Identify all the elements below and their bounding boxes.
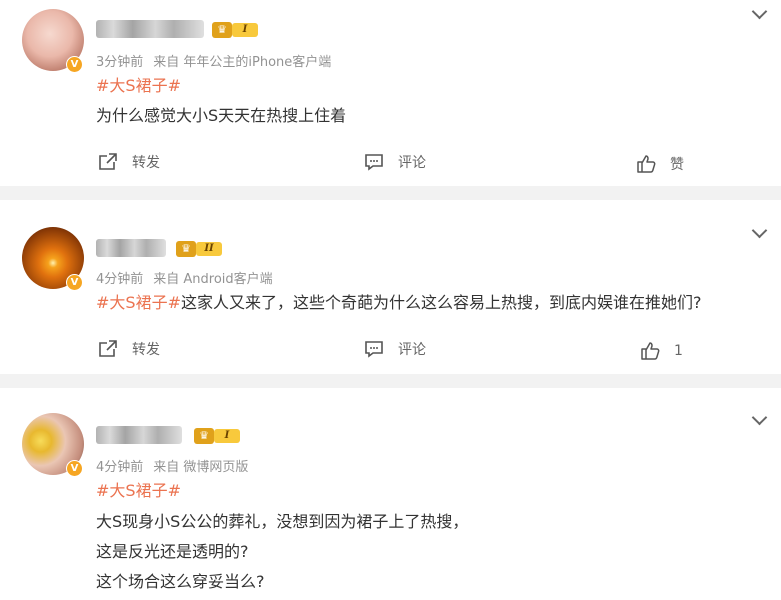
hashtag-link[interactable]: #大S裙子#	[96, 293, 181, 312]
comment-label: 评论	[398, 342, 426, 358]
verified-badge-icon: V	[66, 274, 83, 291]
comment-line: 这个场合这么穿妥当么?	[96, 572, 265, 591]
like-button[interactable]: 赞	[636, 154, 684, 174]
level-badge: I	[232, 23, 258, 37]
comment-button[interactable]: 评论	[364, 152, 426, 172]
comment-card: V ♛ I 4分钟前 来自 微博网页版 #大S裙子# 大S现身小S公公的葬礼，没想…	[0, 388, 781, 600]
repost-icon	[99, 340, 117, 357]
username-blurred[interactable]	[96, 239, 166, 257]
comment-text: #大S裙子#这家人又来了，这些个奇葩为什么这么容易上热搜，到底内娱谁在推她们?	[96, 293, 701, 312]
post-source: 来自 年年公主的iPhone客户端	[153, 55, 332, 70]
repost-button[interactable]: 转发	[98, 152, 160, 172]
verified-badge-icon: V	[66, 56, 83, 73]
comment-icon	[365, 341, 383, 358]
username-blurred[interactable]	[96, 20, 204, 38]
post-meta: 3分钟前 来自 年年公主的iPhone客户端	[96, 51, 341, 70]
thumbs-up-icon	[637, 155, 656, 173]
repost-label: 转发	[132, 342, 160, 358]
comment-body: 这家人又来了，这些个奇葩为什么这么容易上热搜，到底内娱谁在推她们?	[180, 293, 702, 312]
like-label: 赞	[670, 157, 684, 173]
post-time: 4分钟前	[96, 272, 144, 287]
post-meta: 4分钟前 来自 Android客户端	[96, 268, 283, 287]
comment-line: 大S现身小S公公的葬礼，没想到因为裙子上了热搜，	[96, 512, 469, 531]
card-separator	[0, 186, 781, 200]
comment-icon	[365, 154, 383, 171]
comment-label: 评论	[398, 155, 426, 171]
repost-label: 转发	[132, 155, 160, 171]
comment-card: V ♛ I 3分钟前 来自 年年公主的iPhone客户端 #大S裙子# 为什么感觉…	[0, 0, 781, 186]
thumbs-up-icon	[641, 342, 660, 360]
verified-badge-icon: V	[66, 460, 83, 477]
level-badge: I	[214, 429, 240, 443]
hashtag-link[interactable]: #大S裙子#	[96, 76, 181, 95]
hashtag-line: #大S裙子#	[96, 76, 181, 95]
comment-feed: V ♛ I 3分钟前 来自 年年公主的iPhone客户端 #大S裙子# 为什么感觉…	[0, 0, 781, 600]
comment-line: 这是反光还是透明的?	[96, 542, 249, 561]
chevron-down-icon[interactable]	[751, 222, 768, 239]
comment-button[interactable]: 评论	[364, 339, 426, 359]
username-blurred[interactable]	[96, 426, 182, 444]
chevron-down-icon[interactable]	[751, 3, 768, 20]
comment-text: 为什么感觉大小S天天在热搜上住着	[96, 106, 347, 125]
post-source: 来自 微博网页版	[153, 460, 249, 475]
card-separator	[0, 374, 781, 388]
level-badge: II	[196, 242, 222, 256]
crown-icon: ♛	[176, 241, 196, 257]
chevron-down-icon[interactable]	[751, 409, 768, 426]
repost-icon	[99, 153, 117, 170]
comment-card: V ♛ II 4分钟前 来自 Android客户端 #大S裙子#这家人又来了，这些…	[0, 200, 781, 374]
crown-icon: ♛	[194, 428, 214, 444]
like-count: 1	[674, 343, 683, 359]
post-time: 3分钟前	[96, 55, 144, 70]
hashtag-line: #大S裙子#	[96, 481, 181, 500]
hashtag-link[interactable]: #大S裙子#	[96, 481, 181, 500]
repost-button[interactable]: 转发	[98, 339, 160, 359]
like-button[interactable]: 1	[640, 341, 683, 361]
post-source: 来自 Android客户端	[153, 272, 273, 287]
post-time: 4分钟前	[96, 460, 144, 475]
crown-icon: ♛	[212, 22, 232, 38]
post-meta: 4分钟前 来自 微博网页版	[96, 456, 258, 475]
